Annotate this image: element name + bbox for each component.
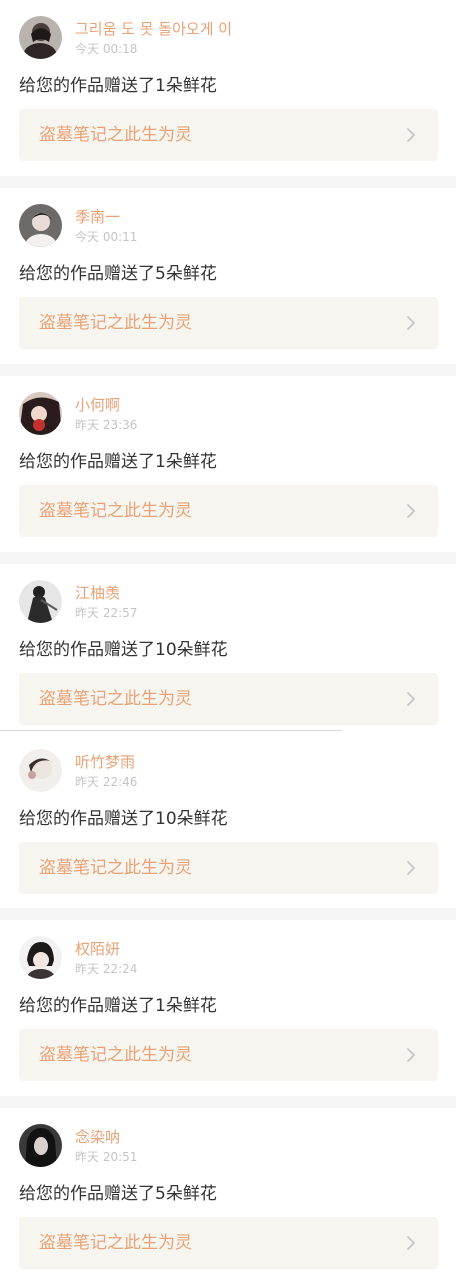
notification-item: 权陌妍 昨天 22:24 给您的作品赠送了1朵鲜花 盗墓笔记之此生为灵 (0, 920, 456, 1096)
divider (0, 730, 342, 731)
gift-message: 给您的作品赠送了1朵鲜花 (19, 76, 217, 96)
user-avatar-icon (19, 16, 62, 59)
timestamp: 昨天 22:57 (75, 606, 138, 620)
user-avatar-icon (19, 204, 62, 247)
chevron-right-icon (407, 1236, 415, 1250)
work-title: 盗墓笔记之此生为灵 (39, 1233, 192, 1253)
work-title: 盗墓笔记之此生为灵 (39, 125, 192, 145)
gift-message: 给您的作品赠送了10朵鲜花 (19, 809, 228, 829)
work-link[interactable]: 盗墓笔记之此生为灵 (19, 109, 438, 161)
gift-message: 给您的作品赠送了5朵鲜花 (19, 1184, 217, 1204)
work-title: 盗墓笔记之此生为灵 (39, 313, 192, 333)
chevron-right-icon (407, 692, 415, 706)
username[interactable]: 小何啊 (75, 395, 120, 415)
user-avatar-icon (19, 392, 62, 435)
notification-item: 그리움 도 못 돌아오게 이 今天 00:18 给您的作品赠送了1朵鲜花 盗墓笔… (0, 0, 456, 176)
username[interactable]: 그리움 도 못 돌아오게 이 (75, 19, 232, 39)
work-title: 盗墓笔记之此生为灵 (39, 689, 192, 709)
timestamp: 昨天 22:24 (75, 962, 138, 976)
work-link[interactable]: 盗墓笔记之此生为灵 (19, 1029, 438, 1081)
timestamp: 今天 00:18 (75, 42, 138, 56)
avatar[interactable] (19, 936, 62, 979)
notification-item: 小何啊 昨天 23:36 给您的作品赠送了1朵鲜花 盗墓笔记之此生为灵 (0, 376, 456, 552)
username[interactable]: 权陌妍 (75, 939, 120, 959)
work-link[interactable]: 盗墓笔记之此生为灵 (19, 485, 438, 537)
gift-message: 给您的作品赠送了1朵鲜花 (19, 452, 217, 472)
work-link[interactable]: 盗墓笔记之此生为灵 (19, 297, 438, 349)
notification-item: 念染呐 昨天 20:51 给您的作品赠送了5朵鲜花 盗墓笔记之此生为灵 (0, 1108, 456, 1284)
work-title: 盗墓笔记之此生为灵 (39, 1045, 192, 1065)
work-link[interactable]: 盗墓笔记之此生为灵 (19, 1217, 438, 1269)
user-avatar-icon (19, 1124, 62, 1167)
avatar[interactable] (19, 749, 62, 792)
separator (0, 908, 456, 920)
user-avatar-icon (19, 749, 62, 792)
work-title: 盗墓笔记之此生为灵 (39, 501, 192, 521)
avatar[interactable] (19, 16, 62, 59)
chevron-right-icon (407, 128, 415, 142)
timestamp: 昨天 20:51 (75, 1150, 138, 1164)
avatar[interactable] (19, 392, 62, 435)
user-avatar-icon (19, 580, 62, 623)
gift-message: 给您的作品赠送了1朵鲜花 (19, 996, 217, 1016)
timestamp: 昨天 23:36 (75, 418, 138, 432)
notification-item: 江柚羡 昨天 22:57 给您的作品赠送了10朵鲜花 盗墓笔记之此生为灵 (0, 564, 456, 740)
separator (0, 552, 456, 564)
work-link[interactable]: 盗墓笔记之此生为灵 (19, 673, 438, 725)
username[interactable]: 念染呐 (75, 1127, 120, 1147)
notification-item: 季南一 今天 00:11 给您的作品赠送了5朵鲜花 盗墓笔记之此生为灵 (0, 188, 456, 364)
user-avatar-icon (19, 936, 62, 979)
separator (0, 1096, 456, 1108)
timestamp: 昨天 22:46 (75, 775, 138, 789)
chevron-right-icon (407, 316, 415, 330)
work-title: 盗墓笔记之此生为灵 (39, 858, 192, 878)
notification-item: 听竹梦雨 昨天 22:46 给您的作品赠送了10朵鲜花 盗墓笔记之此生为灵 (0, 733, 456, 909)
username[interactable]: 听竹梦雨 (75, 752, 135, 772)
separator (0, 176, 456, 188)
chevron-right-icon (407, 504, 415, 518)
work-link[interactable]: 盗墓笔记之此生为灵 (19, 842, 438, 894)
gift-message: 给您的作品赠送了5朵鲜花 (19, 264, 217, 284)
timestamp: 今天 00:11 (75, 230, 138, 244)
username[interactable]: 季南一 (75, 207, 120, 227)
separator (0, 364, 456, 376)
avatar[interactable] (19, 1124, 62, 1167)
username[interactable]: 江柚羡 (75, 583, 120, 603)
gift-message: 给您的作品赠送了10朵鲜花 (19, 640, 228, 660)
avatar[interactable] (19, 204, 62, 247)
chevron-right-icon (407, 1048, 415, 1062)
chevron-right-icon (407, 861, 415, 875)
avatar[interactable] (19, 580, 62, 623)
